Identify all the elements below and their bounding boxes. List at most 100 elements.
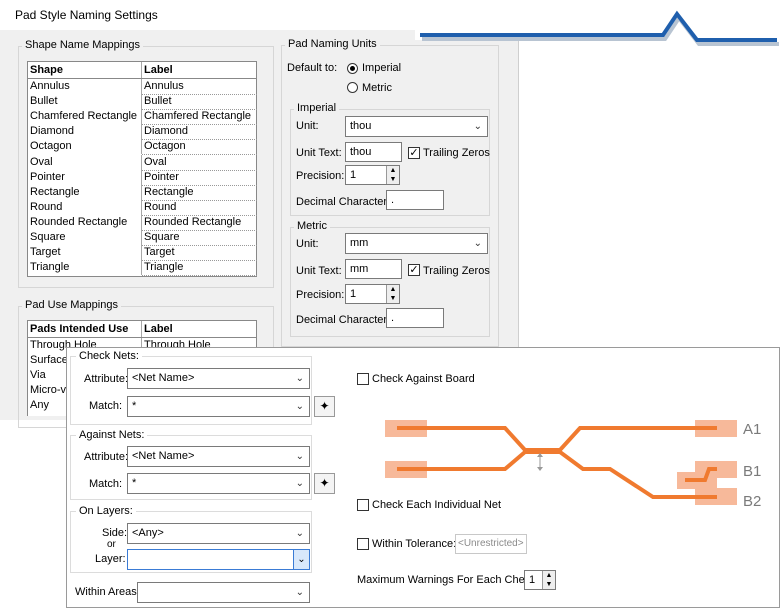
metric-radio-label[interactable]: Metric: [362, 82, 392, 94]
table-cell-key: Chamfered Rectangle: [28, 109, 142, 125]
against-nets-label: Against Nets:: [76, 429, 148, 441]
check-attribute-select[interactable]: <Net Name> ⌄: [127, 368, 310, 389]
arrow-down-icon: [537, 467, 543, 471]
metric-decimal-input[interactable]: .: [386, 308, 444, 328]
imperial-group-label: Imperial: [294, 102, 340, 114]
against-match-label: Match:: [89, 478, 123, 490]
imperial-precision-stepper[interactable]: 1 ▲ ▼: [345, 165, 400, 185]
column-header[interactable]: Label: [142, 62, 257, 78]
table-cell-label: Oval: [142, 155, 257, 171]
imperial-unit-value: thou: [350, 120, 372, 132]
trace-line: [397, 450, 717, 499]
table-row[interactable]: Chamfered Rectangle Chamfered Rectangle: [28, 109, 257, 126]
chevron-down-icon: ⌄: [295, 528, 304, 539]
table-row[interactable]: Rectangle Rectangle: [28, 184, 257, 201]
against-attribute-select[interactable]: <Net Name> ⌄: [127, 446, 310, 467]
table-cell-key: Bullet: [28, 94, 142, 110]
imperial-trailing-zeros-checkbox[interactable]: ✓: [408, 147, 420, 159]
magic-wand-icon[interactable]: ✦: [314, 396, 335, 417]
imperial-decimal-input[interactable]: .: [386, 190, 444, 210]
dialog-title: Pad Style Naming Settings: [15, 8, 158, 22]
tolerance-input: <Unrestricted>: [455, 534, 527, 554]
table-cell-label: Triangle: [142, 260, 257, 277]
column-header[interactable]: Shape: [28, 62, 142, 78]
table-cell-label: Rounded Rectangle: [142, 215, 257, 231]
check-each-individual-net-checkbox[interactable]: [357, 499, 369, 511]
table-row[interactable]: Bullet Bullet: [28, 94, 257, 111]
metric-unit-value: mm: [350, 237, 369, 249]
table-row[interactable]: Octagon Octagon: [28, 139, 257, 156]
table-row[interactable]: Pointer Pointer: [28, 169, 257, 186]
check-match-label: Match:: [89, 400, 123, 412]
metric-precision-stepper[interactable]: 1 ▲ ▼: [345, 284, 400, 304]
max-warnings-stepper[interactable]: 1 ▲ ▼: [524, 570, 556, 590]
imperial-radio[interactable]: [347, 63, 358, 74]
column-header[interactable]: Pads Intended Use: [28, 321, 142, 337]
table-row[interactable]: Target Target: [28, 245, 257, 262]
table-row[interactable]: Square Square: [28, 230, 257, 246]
shape-mappings-table[interactable]: Shape Label Annulus Annulus Bullet Bullet Cham…: [27, 61, 257, 277]
table-row[interactable]: Rounded Rectangle Rounded Rectangle: [28, 214, 257, 231]
chevron-down-icon: ⌄: [295, 451, 304, 462]
imperial-radio-label[interactable]: Imperial: [362, 62, 401, 74]
spin-arrows-icon[interactable]: ▲ ▼: [386, 166, 399, 184]
magic-wand-icon[interactable]: ✦: [314, 473, 335, 494]
imperial-unit-select[interactable]: thou ⌄: [345, 116, 488, 137]
against-attribute-label: Attribute:: [84, 451, 129, 463]
imperial-unit-text-input[interactable]: thou: [345, 142, 402, 162]
metric-radio[interactable]: [347, 82, 358, 93]
max-warnings-value: 1: [529, 574, 536, 586]
metric-unit-label: Unit:: [296, 238, 319, 250]
side-select[interactable]: <Any> ⌄: [127, 523, 310, 544]
table-cell-key: Diamond: [28, 124, 142, 140]
table-row[interactable]: Oval Oval: [28, 154, 257, 171]
pin-label-b1: B1: [743, 463, 761, 480]
check-against-board-label[interactable]: Check Against Board: [372, 373, 475, 385]
side-value: <Any>: [132, 527, 164, 539]
within-tolerance-label[interactable]: Within Tolerance:: [372, 538, 456, 550]
metric-group-label: Metric: [294, 220, 330, 232]
check-nets-dialog: Check Nets: Attribute: <Net Name> ⌄ Matc…: [66, 347, 780, 608]
table-row[interactable]: Triangle Triangle: [28, 260, 257, 277]
table-row[interactable]: Diamond Diamond: [28, 124, 257, 141]
imperial-trailing-zeros-label[interactable]: Trailing Zeros: [423, 147, 490, 159]
check-against-board-checkbox[interactable]: [357, 373, 369, 385]
table-cell-label: Pointer: [142, 170, 257, 186]
check-match-select[interactable]: * ⌄: [127, 396, 310, 417]
chevron-down-icon: ⌄: [473, 238, 482, 249]
metric-decimal-label: Decimal Character:: [296, 314, 391, 326]
metric-unit-text-input[interactable]: mm: [345, 259, 402, 279]
spin-arrows-icon[interactable]: ▲ ▼: [542, 571, 555, 589]
side-label: Side:: [102, 527, 128, 539]
pad-use-mappings-label: Pad Use Mappings: [22, 299, 121, 311]
table-cell-key: Square: [28, 230, 142, 245]
torn-edge-decoration: [415, 0, 782, 50]
chevron-down-icon: ⌄: [295, 478, 304, 489]
metric-trailing-zeros-label[interactable]: Trailing Zeros: [423, 265, 490, 277]
check-attribute-value: <Net Name>: [132, 372, 195, 384]
pin-label-b2: B2: [743, 493, 761, 510]
table-cell-key: Pointer: [28, 169, 142, 185]
within-areas-select[interactable]: ⌄: [137, 582, 310, 603]
table-row[interactable]: Round Round: [28, 199, 257, 216]
imperial-precision-label: Precision:: [296, 170, 345, 182]
within-tolerance-checkbox[interactable]: [357, 538, 369, 550]
column-header[interactable]: Label: [142, 321, 257, 337]
imperial-precision-value: 1: [350, 169, 357, 181]
or-label: or: [107, 539, 116, 550]
metric-unit-select[interactable]: mm ⌄: [345, 233, 488, 254]
spin-arrows-icon[interactable]: ▲ ▼: [386, 285, 399, 303]
table-cell-key: Octagon: [28, 139, 142, 155]
metric-precision-label: Precision:: [296, 289, 345, 301]
check-nets-label: Check Nets:: [76, 350, 142, 362]
metric-precision-value: 1: [350, 288, 357, 300]
against-match-select[interactable]: * ⌄: [127, 473, 310, 494]
dialog-titlebar: Pad Style Naming Settings: [0, 0, 420, 30]
table-row[interactable]: Annulus Annulus: [28, 79, 257, 95]
net-clearance-diagram: A1 B1 B2: [385, 420, 761, 510]
metric-trailing-zeros-checkbox[interactable]: ✓: [408, 264, 420, 276]
check-attribute-label: Attribute:: [84, 373, 129, 385]
layer-select[interactable]: ⌄: [127, 549, 310, 570]
table-cell-key: Oval: [28, 154, 142, 170]
table-cell-label: Square: [142, 230, 257, 246]
